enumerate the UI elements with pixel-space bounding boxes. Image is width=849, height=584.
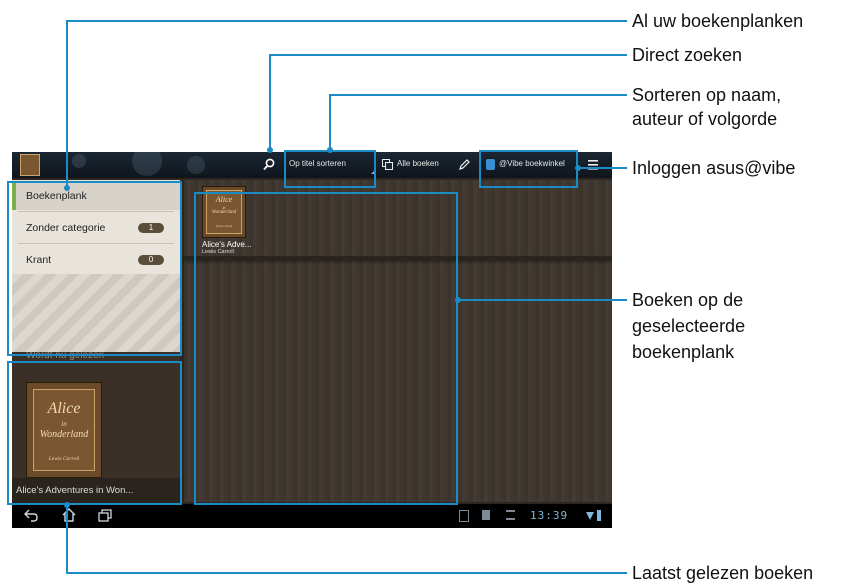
callout-line: [66, 504, 68, 574]
callout-dot: [64, 185, 70, 191]
callout-line: [329, 94, 627, 96]
sd-card-icon: [482, 510, 490, 520]
callout-sort-line2: auteur of volgorde: [632, 109, 778, 129]
highlight-recent: [7, 361, 182, 505]
callout-dot: [455, 297, 461, 303]
back-icon[interactable]: [24, 509, 38, 522]
system-navigation-bar: 13:39: [12, 504, 612, 528]
callout-books-line3: boekenplank: [632, 342, 735, 362]
recent-apps-icon[interactable]: [98, 509, 112, 522]
screenshot-icon: [459, 510, 469, 522]
callout-line: [578, 167, 627, 169]
status-clock: 13:39: [530, 509, 569, 522]
app-icon[interactable]: [20, 154, 40, 176]
highlight-shelf: [194, 192, 458, 505]
wifi-icon: [586, 512, 594, 520]
callout-dot: [575, 165, 581, 171]
callout-line: [66, 20, 68, 188]
bokeh-decoration: [72, 154, 86, 168]
callout-line: [458, 299, 627, 301]
all-books-button[interactable]: Alle boeken: [382, 152, 460, 178]
highlight-sidebar: [7, 181, 182, 356]
home-icon[interactable]: [62, 508, 76, 522]
bokeh-decoration: [132, 152, 162, 176]
highlight-sort: [284, 150, 376, 188]
callout-search: Direct zoeken: [632, 45, 743, 65]
callout-login: Inloggen asus@vibe: [632, 158, 796, 178]
edit-icon[interactable]: [459, 159, 470, 170]
search-icon[interactable]: [263, 158, 275, 171]
highlight-vibe: [479, 150, 578, 188]
callout-line: [66, 20, 627, 22]
download-icon: [506, 510, 515, 520]
all-books-label: Alle boeken: [397, 159, 439, 168]
bokeh-decoration: [187, 156, 205, 174]
callout-books-line2: geselecteerde: [632, 316, 746, 336]
callout-sort-line1: Sorteren op naam,: [632, 85, 782, 105]
callout-line: [66, 572, 627, 574]
battery-icon: [597, 510, 601, 521]
callout-books-line1: Boeken op de: [632, 290, 744, 310]
callout-line: [329, 94, 331, 150]
callout-line: [269, 54, 271, 149]
callout-bookshelves: Al uw boekenplanken: [632, 11, 804, 31]
callout-dot: [267, 147, 273, 153]
callout-line: [269, 54, 627, 56]
callout-dot: [327, 147, 333, 153]
callout-dot: [64, 502, 70, 508]
all-books-icon: [382, 159, 393, 170]
